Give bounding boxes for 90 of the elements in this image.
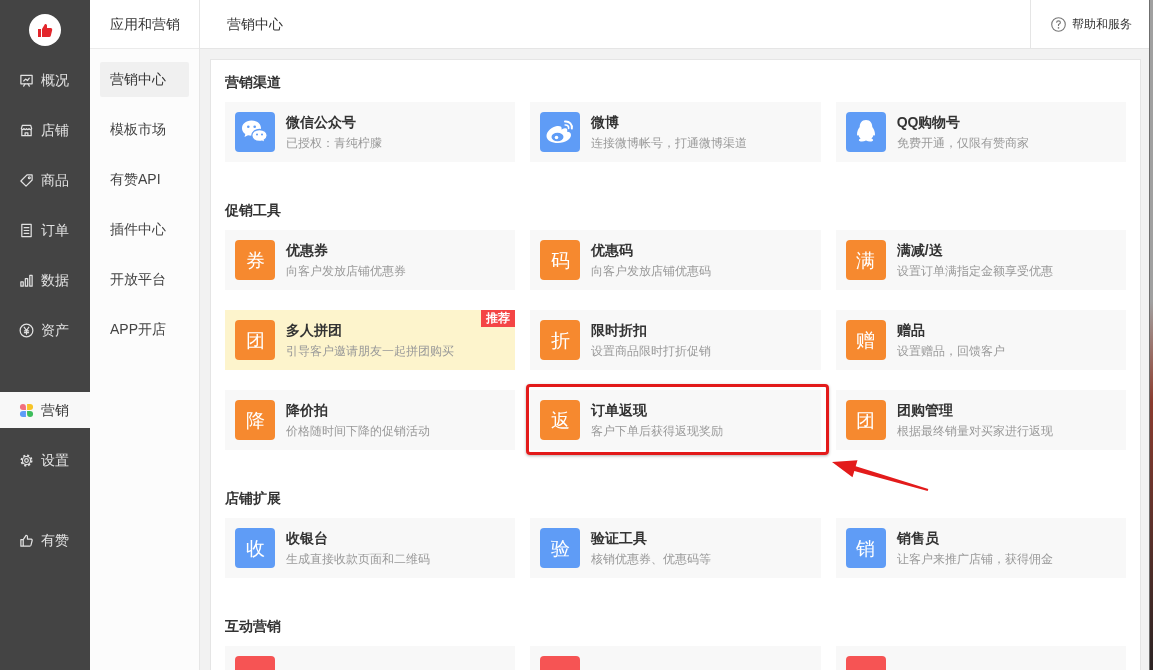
nav-item[interactable]: 店铺 [0,112,90,148]
thumbs-up-logo-icon[interactable] [29,14,61,46]
feature-card[interactable]: 验 验证工具 核销优惠券、优惠码等 [530,518,821,578]
card-title: 多人拼团 [286,321,343,340]
card-description: 向客户发放店铺优惠码 [591,263,712,280]
icon-tile: 团 [845,400,886,440]
settings-icon [19,452,34,468]
thumbs-up-icon [19,532,34,548]
yen-coin-icon [19,322,34,338]
nav-item[interactable]: 设置 [0,442,90,478]
card-title: 销售员 [896,529,940,548]
card-description: 价格随时间下降的促销活动 [286,423,430,440]
card-description: 已授权：青纯柠朦 [286,135,382,152]
section-title: 营销渠道 [225,73,281,92]
sidebar-item[interactable]: APP开店 [100,312,189,347]
card-title: QQ购物号 [896,113,962,132]
sidebar-item[interactable]: 开放平台 [100,262,189,297]
feature-card[interactable]: 微博 连接微博帐号，打通微博渠道 [530,102,821,162]
feature-card[interactable]: 返 订单返现 客户下单后获得返现奖励 [530,390,821,450]
card-description: 核销优惠券、优惠码等 [591,551,712,568]
feature-card[interactable]: 满 满减/送 设置订单满指定金额享受优惠 [835,230,1126,290]
sidebar-heading: 应用和营销 [110,14,180,34]
icon-tile: 销 [845,528,886,568]
nav-item[interactable]: 商品 [0,162,90,198]
card-title: 优惠码 [591,241,635,260]
storefront-icon [19,122,34,138]
feature-card[interactable]: 销 销售员 让客户来推广店铺，获得佣金 [835,518,1126,578]
help-icon [1051,16,1066,32]
icon-tile: 降 [235,400,275,440]
feature-card[interactable]: 收 收银台 生成直接收款页面和二维码 [225,518,516,578]
card-title: 验证工具 [591,529,649,548]
icon-tile: 赠 [845,320,886,360]
card-title: 订单返现 [591,401,649,420]
icon-tile: 团 [235,320,275,360]
icon-tile: 收 [235,528,275,568]
card-description: 免费开通，仅限有赞商家 [896,135,1029,152]
icon-tile: 满 [845,240,886,280]
section-title: 促销工具 [225,201,281,220]
nav-item[interactable]: 资产 [0,312,90,348]
icon-tile: 券 [235,240,275,280]
icon-tile: 折 [540,320,581,360]
card-description: 设置商品限时打折促销 [591,343,712,360]
card-description: 设置订单满指定金额享受优惠 [896,263,1053,280]
four-petals-icon [19,402,34,418]
nav-item[interactable]: 有赞 [0,522,90,558]
sidebar-item[interactable]: 有赞API [100,162,189,197]
card-title: 降价拍 [286,401,329,420]
card-title: 团购管理 [896,401,954,420]
card-title: 微信公众号 [286,113,357,132]
sidebar-item[interactable]: 插件中心 [100,212,189,247]
card-title: 微博 [591,113,621,132]
card-title: 限时折扣 [591,321,649,340]
sidebar-item[interactable]: 模板市场 [100,112,189,147]
feature-card[interactable]: 降 降价拍 价格随时间下降的促销活动 [225,390,516,450]
card-title: 满减/送 [896,241,944,260]
tag-icon [19,172,34,188]
card-description: 根据最终销量对买家进行返现 [896,423,1053,440]
nav-item[interactable]: 数据 [0,262,90,298]
card-title: 优惠券 [286,241,329,260]
presentation-board-icon [19,72,34,88]
nav-item[interactable]: 订单 [0,212,90,248]
section-title: 互动营销 [225,617,281,636]
card-description: 连接微博帐号，打通微博渠道 [591,135,748,152]
card-description: 生成直接收款页面和二维码 [286,551,430,568]
nav-item[interactable]: 概况 [0,62,90,98]
feature-card[interactable]: 券 优惠券 向客户发放店铺优惠券 [225,230,516,290]
card-description: 客户下单后获得返现奖励 [591,423,724,440]
recommend-badge: 推荐 [481,310,516,327]
icon-tile: 返 [540,400,581,440]
card-title: 收银台 [286,529,329,548]
feature-card[interactable]: 折 限时折扣 设置商品限时打折促销 [530,310,821,370]
feature-card[interactable]: 团 多人拼团 引导客户邀请朋友一起拼团购买 推荐 [225,310,516,370]
nav-item[interactable]: 营销 [0,392,90,428]
card-description: 设置赠品，回馈客户 [896,343,1005,360]
page-title: 营销中心 [227,14,283,34]
feature-card[interactable]: 团 团购管理 根据最终销量对买家进行返现 [835,390,1126,450]
bar-chart-icon [19,272,34,288]
document-icon [19,222,34,238]
feature-card[interactable]: 微信公众号 已授权：青纯柠朦 [225,102,516,162]
card-description: 让客户来推广店铺，获得佣金 [896,551,1053,568]
card-description: 引导客户邀请朋友一起拼团购买 [286,343,454,360]
card-description: 向客户发放店铺优惠券 [286,263,406,280]
section-title: 店铺扩展 [225,489,281,508]
feature-card[interactable]: 赠 赠品 设置赠品，回馈客户 [835,310,1126,370]
icon-tile: 码 [540,240,581,280]
icon-tile: 验 [540,528,581,568]
feature-card[interactable]: QQ购物号 免费开通，仅限有赞商家 [835,102,1126,162]
card-title: 赠品 [896,321,926,340]
sidebar-item[interactable]: 营销中心 [100,62,189,97]
feature-card[interactable]: 码 优惠码 向客户发放店铺优惠码 [530,230,821,290]
